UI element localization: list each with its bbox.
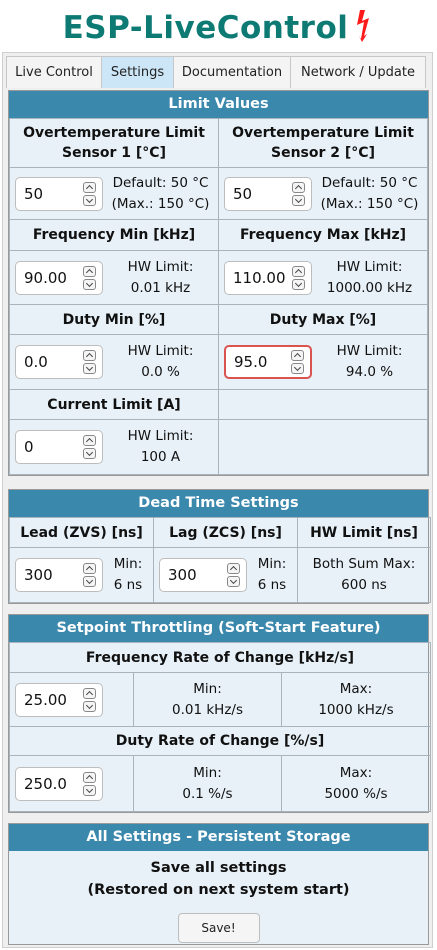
app-title: ESP-LiveControl [0, 8, 437, 48]
spin-up-icon[interactable] [83, 435, 96, 446]
lead-label: Lead (ZVS) [ns] [20, 524, 143, 541]
spin-down-icon[interactable] [83, 278, 96, 290]
ot1-field[interactable] [16, 178, 76, 209]
duty-min-input[interactable] [15, 345, 103, 379]
spin-down-icon[interactable] [227, 576, 240, 587]
lag-input[interactable] [159, 558, 247, 592]
save-description: Save all settings (Restored on next syst… [9, 851, 428, 901]
save-line2: (Restored on next system start) [87, 882, 350, 898]
duty-min-info: HW Limit: 0.0 % [127, 343, 194, 380]
duty-rate-input[interactable] [15, 766, 103, 801]
lag-label: Lag (ZCS) [ns] [169, 524, 282, 541]
hw-limit-label: HW Limit [ns] [310, 524, 418, 541]
spin-down-icon[interactable] [83, 576, 96, 587]
freq-max-info: HW Limit: 1000.00 kHz [326, 258, 413, 296]
ot1-label: Overtemperature Limit Sensor 1 [°C] [23, 125, 205, 161]
duty-max-info: HW Limit: 94.0 % [336, 343, 403, 380]
freq-rate-min: Min: 0.01 kHz/s [172, 680, 243, 718]
freq-max-field[interactable] [225, 262, 285, 293]
limit-values-header: Limit Values [9, 91, 428, 118]
freq-rate-label: Frequency Rate of Change [kHz/s] [85, 649, 355, 666]
tab-network-update[interactable]: Network / Update [290, 56, 426, 88]
freq-min-label: Frequency Min [kHz] [32, 227, 196, 243]
current-limit-info: HW Limit: 100 A [127, 428, 194, 465]
dead-time-header: Dead Time Settings [9, 490, 428, 517]
persistent-storage-header: All Settings - Persistent Storage [9, 824, 428, 851]
spin-down-icon[interactable] [83, 363, 96, 374]
duty-min-field[interactable] [16, 347, 76, 377]
throttling-table: Frequency Rate of Change [kHz/s] Min:0.0… [9, 642, 431, 812]
tab-settings[interactable]: Settings [101, 56, 174, 88]
empty-cell [218, 389, 428, 420]
spin-down-icon[interactable] [83, 784, 96, 796]
save-button[interactable]: Save! [177, 913, 260, 943]
duty-min-label: Duty Min [%] [62, 311, 166, 328]
duty-max-label: Duty Max [%] [269, 311, 377, 328]
ot2-label: Overtemperature Limit Sensor 2 [°C] [232, 125, 414, 161]
tab-live-control[interactable]: Live Control [6, 56, 102, 88]
app-title-text: ESP-LiveControl [62, 10, 349, 46]
duty-max-input[interactable] [224, 345, 312, 379]
freq-min-input[interactable] [15, 260, 103, 295]
spin-up-icon[interactable] [83, 265, 96, 277]
freq-rate-input[interactable] [15, 682, 103, 717]
freq-rate-field[interactable] [16, 684, 76, 715]
ot1-info: Default: 50 °C (Max.: 150 °C) [111, 174, 210, 212]
lead-field[interactable] [16, 560, 76, 590]
freq-max-input[interactable] [224, 260, 312, 295]
freq-min-field[interactable] [16, 262, 76, 293]
spin-down-icon[interactable] [83, 700, 96, 712]
ot2-input[interactable] [224, 176, 312, 211]
spin-up-icon[interactable] [83, 687, 96, 699]
spin-down-icon[interactable] [83, 448, 96, 459]
persistent-storage-section: All Settings - Persistent Storage Save a… [8, 823, 429, 945]
spin-up-icon[interactable] [292, 265, 305, 277]
limit-values-section: Limit Values Overtemperature Limit Senso… [8, 90, 429, 476]
dead-time-table: Lead (ZVS) [ns] Lag (ZCS) [ns] HW Limit … [9, 517, 431, 603]
empty-cell [218, 419, 428, 475]
ot2-field[interactable] [225, 178, 285, 209]
spin-down-icon[interactable] [292, 194, 305, 206]
spin-up-icon[interactable] [227, 563, 240, 574]
tab-documentation[interactable]: Documentation [173, 56, 291, 88]
spin-up-icon[interactable] [83, 771, 96, 783]
save-area: Save all settings (Restored on next syst… [9, 851, 428, 943]
spin-up-icon[interactable] [83, 181, 96, 193]
throttling-header: Setpoint Throttling (Soft-Start Feature) [9, 615, 428, 642]
spin-up-icon[interactable] [292, 181, 305, 193]
freq-min-info: HW Limit: 0.01 kHz [127, 258, 194, 296]
dead-time-section: Dead Time Settings Lead (ZVS) [ns] Lag (… [8, 489, 431, 604]
main-container: Live Control Settings Documentation Netw… [2, 52, 433, 948]
current-limit-input[interactable] [15, 430, 103, 464]
current-limit-label: Current Limit [A] [47, 396, 181, 413]
freq-max-label: Frequency Max [kHz] [239, 227, 407, 243]
lag-info: Min: 6 ns [257, 556, 287, 593]
ot1-input[interactable] [15, 176, 103, 211]
lead-info: Min: 6 ns [113, 556, 143, 593]
limit-values-table: Overtemperature Limit Sensor 1 [°C] Over… [9, 118, 428, 475]
duty-rate-max: Max: 5000 %/s [324, 764, 388, 802]
duty-rate-min: Min: 0.1 %/s [182, 764, 233, 802]
spin-down-icon[interactable] [83, 194, 96, 206]
tab-bar: Live Control Settings Documentation Netw… [6, 56, 426, 88]
hw-limit-info: Both Sum Max: 600 ns [312, 556, 416, 593]
spin-up-icon[interactable] [291, 350, 304, 361]
spin-up-icon[interactable] [83, 350, 96, 361]
duty-rate-field[interactable] [16, 768, 76, 799]
spin-down-icon[interactable] [291, 363, 304, 374]
duty-rate-label: Duty Rate of Change [%/s] [115, 733, 325, 749]
lightning-bolt-icon [357, 9, 370, 42]
current-limit-field[interactable] [16, 432, 76, 462]
spin-up-icon[interactable] [83, 563, 96, 574]
save-line1: Save all settings [150, 860, 287, 876]
lead-input[interactable] [15, 558, 103, 592]
freq-rate-max: Max: 1000 kHz/s [318, 680, 394, 718]
throttling-section: Setpoint Throttling (Soft-Start Feature)… [8, 614, 431, 813]
duty-max-field[interactable] [226, 347, 286, 377]
ot2-info: Default: 50 °C (Max.: 150 °C) [320, 174, 419, 212]
spin-down-icon[interactable] [292, 278, 305, 290]
lag-field[interactable] [160, 560, 220, 590]
